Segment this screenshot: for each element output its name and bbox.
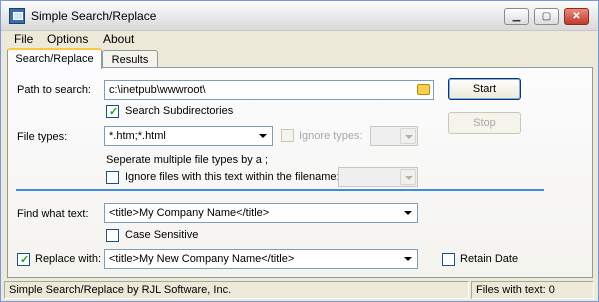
- find-input[interactable]: <title>My Company Name</title>: [104, 203, 418, 223]
- ignore-types-checkbox[interactable]: [281, 129, 294, 142]
- maximize-button[interactable]: ▢: [534, 8, 559, 25]
- replace-with-label: Replace with:: [35, 253, 102, 265]
- window-title: Simple Search/Replace: [31, 9, 157, 23]
- menu-bar: File Options About: [1, 31, 598, 48]
- chevron-down-icon[interactable]: [400, 205, 416, 221]
- replace-with-checkbox[interactable]: ✓: [17, 253, 30, 266]
- retain-date-label: Retain Date: [460, 253, 519, 265]
- app-icon[interactable]: [9, 8, 25, 24]
- ignore-files-select[interactable]: [338, 167, 418, 187]
- close-button[interactable]: ✕: [564, 8, 589, 25]
- ignore-files-label: Ignore files with this text within the f…: [125, 171, 340, 183]
- ignore-files-checkbox[interactable]: [106, 171, 119, 184]
- stop-button[interactable]: Stop: [448, 112, 521, 134]
- file-types-value: *.htm;*.html: [109, 130, 166, 142]
- case-sensitive-checkbox[interactable]: [106, 229, 119, 242]
- search-subdirectories-label: Search Subdirectories: [125, 105, 234, 117]
- chevron-down-icon[interactable]: [400, 169, 416, 185]
- find-value: <title>My Company Name</title>: [109, 207, 270, 219]
- menu-about[interactable]: About: [103, 32, 134, 46]
- search-replace-panel: Path to search: c:\inetpub\wwwroot\ ✓ Se…: [7, 67, 593, 278]
- checkmark-icon: ✓: [20, 254, 30, 266]
- checkmark-icon: ✓: [109, 106, 119, 118]
- ignore-types-label: Ignore types:: [299, 130, 363, 142]
- start-button[interactable]: Start: [448, 78, 521, 100]
- app-window: Simple Search/Replace ▁ ▢ ✕ File Options…: [0, 0, 599, 302]
- path-label: Path to search:: [17, 84, 91, 96]
- chevron-down-icon[interactable]: [255, 128, 271, 144]
- path-input[interactable]: c:\inetpub\wwwroot\: [104, 80, 434, 100]
- search-subdirectories-checkbox[interactable]: ✓: [106, 105, 119, 118]
- section-divider: [16, 189, 544, 191]
- ignore-types-select[interactable]: [370, 126, 418, 146]
- separate-hint: Seperate multiple file types by a ;: [106, 154, 269, 166]
- tab-search-replace[interactable]: Search/Replace: [7, 48, 102, 69]
- retain-date-checkbox[interactable]: [442, 253, 455, 266]
- file-types-label: File types:: [17, 131, 68, 143]
- find-label: Find what text:: [17, 208, 89, 220]
- replace-value: <title>My New Company Name</title>: [109, 253, 295, 265]
- browse-folder-icon[interactable]: [417, 84, 430, 95]
- case-sensitive-label: Case Sensitive: [125, 229, 199, 241]
- chevron-down-icon[interactable]: [400, 128, 416, 144]
- menu-options[interactable]: Options: [47, 32, 88, 46]
- path-value: c:\inetpub\wwwroot\: [109, 84, 206, 96]
- file-types-select[interactable]: *.htm;*.html: [104, 126, 273, 146]
- status-files-count: Files with text: 0: [471, 281, 594, 299]
- chevron-down-icon[interactable]: [400, 251, 416, 267]
- menu-file[interactable]: File: [14, 32, 33, 46]
- status-bar: Simple Search/Replace by RJL Software, I…: [1, 280, 598, 301]
- title-bar[interactable]: Simple Search/Replace ▁ ▢ ✕: [1, 1, 598, 31]
- replace-input[interactable]: <title>My New Company Name</title>: [104, 249, 418, 269]
- minimize-button[interactable]: ▁: [504, 8, 529, 25]
- status-left: Simple Search/Replace by RJL Software, I…: [4, 281, 469, 299]
